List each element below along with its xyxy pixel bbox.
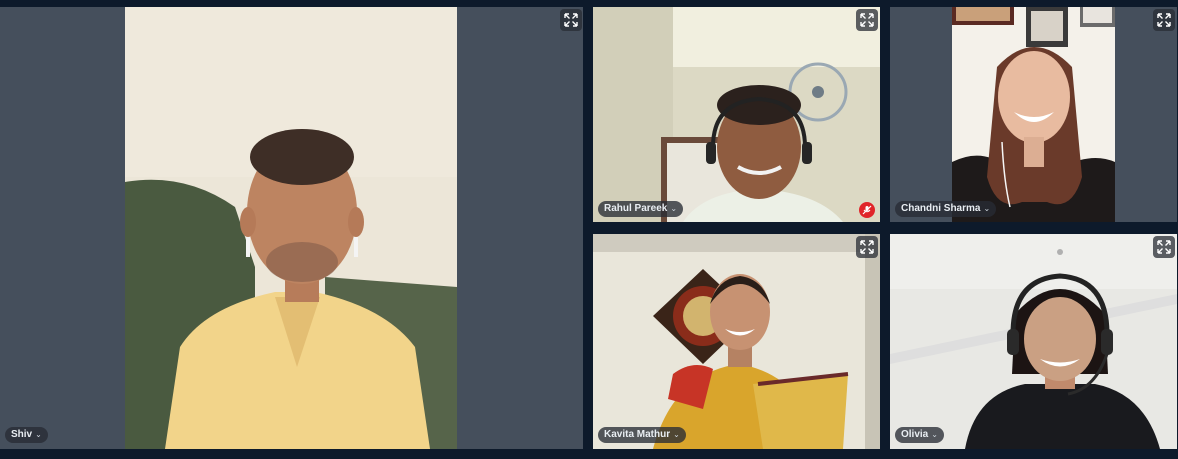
expand-arrows-icon — [860, 240, 874, 254]
expand-arrows-icon — [1157, 240, 1171, 254]
participant-name: Chandni Sharma — [901, 203, 981, 214]
video-tile-rahul-pareek[interactable]: Rahul Pareek ⌄ — [593, 7, 880, 222]
participant-name-tag-rahul-pareek[interactable]: Rahul Pareek ⌄ — [598, 201, 684, 217]
chevron-down-icon: ⌄ — [35, 430, 42, 439]
chevron-down-icon: ⌄ — [983, 204, 991, 213]
participant-name-tag-olivia[interactable]: Olivia ⌄ — [895, 427, 944, 443]
video-tile-chandni-sharma[interactable]: Chandni Sharma ⌄ — [890, 7, 1177, 222]
expand-button-chandni-sharma[interactable] — [1153, 9, 1175, 31]
participant-name-tag-kavita-mathur[interactable]: Kavita Mathur ⌄ — [598, 427, 686, 443]
participant-name: Rahul Pareek — [604, 203, 668, 214]
participant-name: Kavita Mathur — [604, 429, 671, 440]
participant-name-tag-shiv[interactable]: Shiv ⌄ — [5, 427, 48, 443]
video-tile-shiv[interactable]: Shiv ⌄ — [0, 7, 583, 449]
participant-video-chandni-sharma — [952, 7, 1115, 222]
participant-name: Olivia — [901, 429, 929, 440]
expand-arrows-icon — [564, 13, 578, 27]
chevron-down-icon: ⌄ — [931, 430, 938, 439]
video-tile-olivia[interactable]: Olivia ⌄ — [890, 234, 1177, 449]
expand-button-olivia[interactable] — [1153, 236, 1175, 258]
participant-video-kavita-mathur — [593, 234, 880, 449]
participant-name-tag-chandni-sharma[interactable]: Chandni Sharma ⌄ — [895, 201, 997, 217]
expand-arrows-icon — [860, 13, 874, 27]
participant-video-olivia — [890, 234, 1177, 449]
participant-video-rahul-pareek — [593, 7, 880, 222]
chevron-down-icon: ⌄ — [670, 204, 678, 213]
video-tile-kavita-mathur[interactable]: Kavita Mathur ⌄ — [593, 234, 880, 449]
mic-muted-icon — [859, 202, 875, 218]
participant-name: Shiv — [11, 429, 33, 440]
expand-arrows-icon — [1157, 13, 1171, 27]
expand-button-rahul-pareek[interactable] — [856, 9, 878, 31]
expand-button-shiv[interactable] — [560, 9, 582, 31]
expand-button-kavita-mathur[interactable] — [856, 236, 878, 258]
chevron-down-icon: ⌄ — [673, 430, 680, 439]
participant-video-shiv — [125, 7, 457, 449]
